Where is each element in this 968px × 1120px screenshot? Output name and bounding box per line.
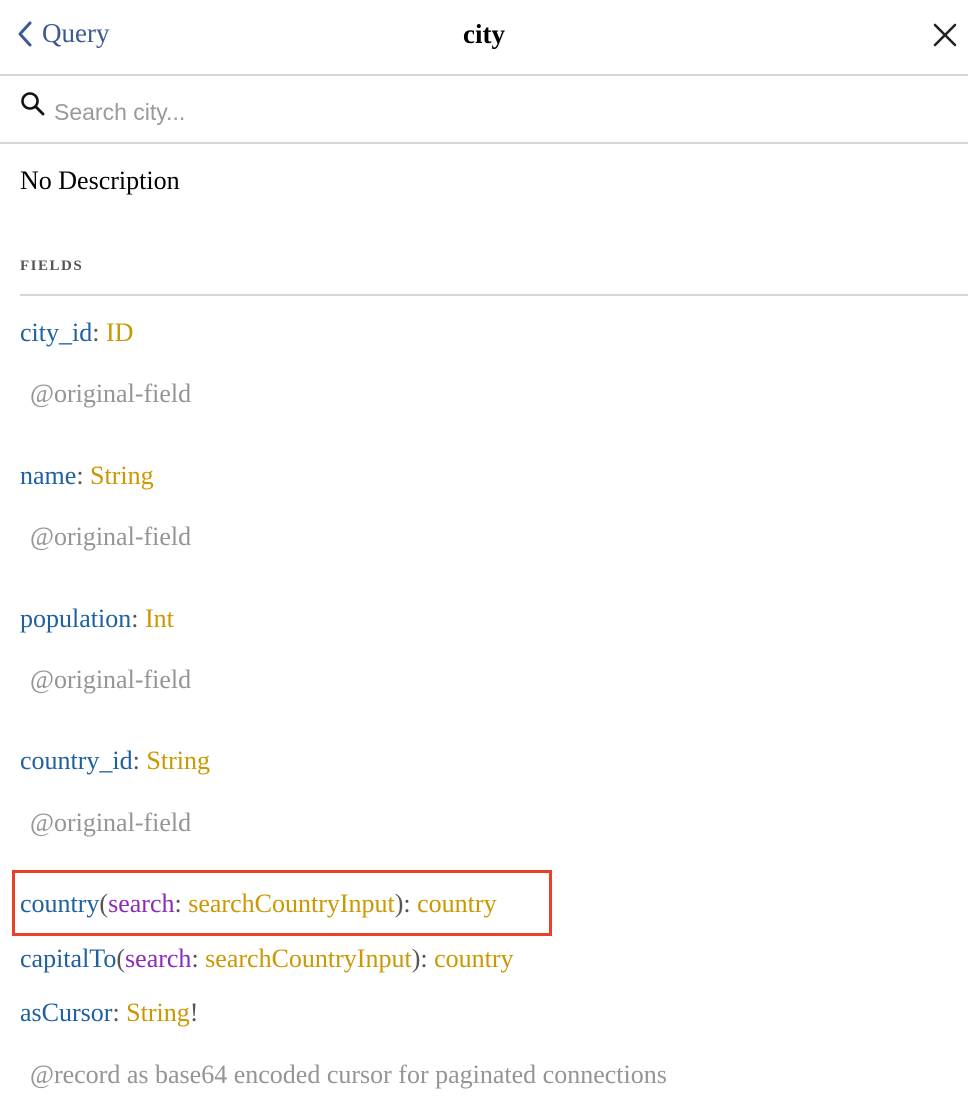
field-name-link[interactable]: population: [20, 604, 131, 633]
colon: :: [131, 604, 145, 633]
arg-type-link[interactable]: searchCountryInput: [205, 944, 412, 973]
colon: :: [174, 889, 189, 918]
field-name-link[interactable]: capitalTo: [20, 944, 116, 973]
arg-name: search: [125, 944, 192, 973]
field-directive: @original-field: [30, 522, 192, 551]
open-paren: (: [99, 889, 109, 918]
search-input[interactable]: [54, 92, 934, 132]
type-link[interactable]: country: [434, 944, 513, 973]
field-capital-to: capitalTo(search: searchCountryInput): c…: [20, 944, 514, 974]
type-link[interactable]: ID: [106, 318, 133, 347]
type-description: No Description: [20, 166, 180, 195]
type-link[interactable]: Int: [145, 604, 174, 633]
page-title: city: [463, 19, 505, 49]
field-directive: @original-field: [30, 808, 192, 837]
colon: :: [76, 461, 91, 490]
arg-name: search: [108, 889, 175, 918]
close-icon[interactable]: [932, 22, 958, 48]
field-name-link[interactable]: asCursor: [20, 998, 112, 1027]
section-divider: [20, 294, 968, 296]
close-paren: ):: [394, 889, 418, 918]
field-population: population: Int: [20, 604, 174, 634]
colon: :: [112, 998, 127, 1027]
colon: :: [132, 746, 147, 775]
field-name-link[interactable]: name: [20, 461, 76, 490]
field-name-link[interactable]: city_id: [20, 318, 92, 347]
colon: :: [92, 318, 106, 347]
arg-type-link[interactable]: searchCountryInput: [188, 889, 395, 918]
type-link[interactable]: String: [126, 998, 190, 1027]
field-country-id: country_id: String: [20, 746, 210, 776]
field-as-cursor: asCursor: String!: [20, 998, 198, 1028]
fields-section-label: FIELDS: [20, 258, 84, 274]
type-link[interactable]: String: [146, 746, 210, 775]
field-name: name: String: [20, 461, 154, 491]
close-paren: ):: [411, 944, 435, 973]
search-bar: [0, 76, 968, 144]
colon: :: [191, 944, 206, 973]
type-link[interactable]: country: [417, 889, 496, 918]
type-link[interactable]: String: [90, 461, 154, 490]
field-city-id: city_id: ID: [20, 318, 133, 348]
field-directive: @original-field: [30, 665, 192, 694]
doc-explorer-header: Query city: [0, 0, 968, 76]
field-name-link[interactable]: country_id: [20, 746, 133, 775]
field-directive: @record as base64 encoded cursor for pag…: [30, 1060, 667, 1089]
field-country: country(search: searchCountryInput): cou…: [20, 889, 497, 919]
field-name-link[interactable]: country: [20, 889, 99, 918]
non-null-marker: !: [189, 998, 199, 1027]
open-paren: (: [116, 944, 126, 973]
field-directive: @original-field: [30, 379, 192, 408]
search-icon: [21, 92, 45, 116]
